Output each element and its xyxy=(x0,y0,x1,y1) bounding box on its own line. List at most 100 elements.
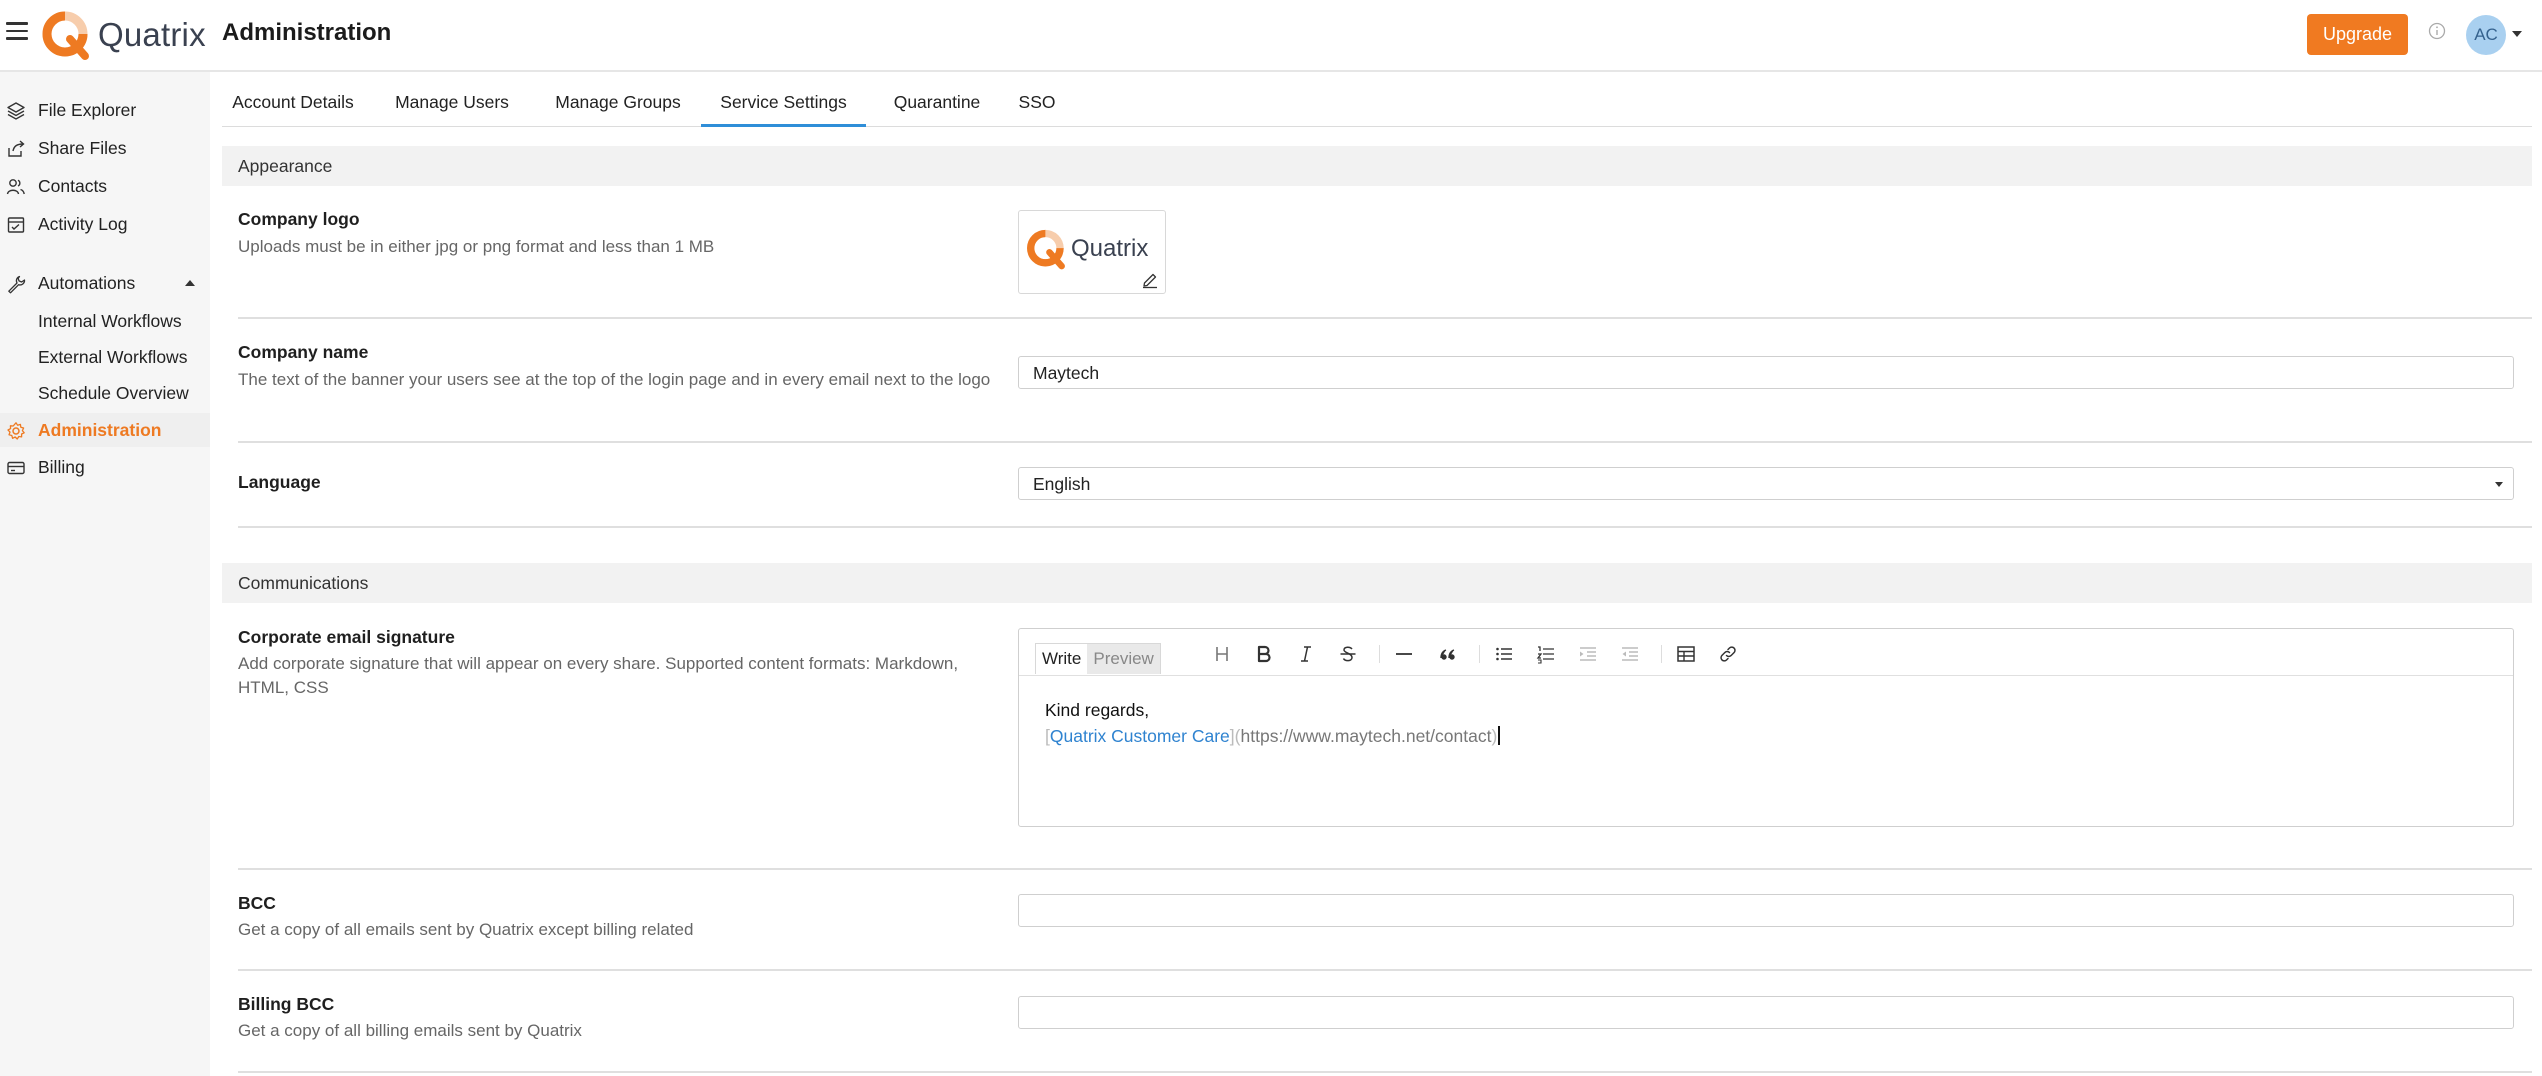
company-name-input[interactable]: Maytech xyxy=(1018,356,2514,389)
chevron-down-icon[interactable] xyxy=(2512,31,2522,37)
signature-link-text: Quatrix Customer Care xyxy=(1049,726,1230,746)
share-icon xyxy=(8,140,25,157)
editor-toolbar: Write Preview xyxy=(1019,629,2513,676)
tab-account-details[interactable]: Account Details xyxy=(222,84,364,124)
company-logo-upload[interactable]: Quatrix xyxy=(1018,210,1166,294)
avatar[interactable]: AC xyxy=(2466,15,2506,55)
company-name-description: The text of the banner your users see at… xyxy=(238,370,991,389)
tab-manage-groups[interactable]: Manage Groups xyxy=(540,84,696,124)
company-logo-label: Company logo xyxy=(238,209,360,229)
bcc-description: Get a copy of all emails sent by Quatrix… xyxy=(238,920,694,939)
preview-tab[interactable]: Preview xyxy=(1087,644,1160,674)
indent-icon[interactable] xyxy=(1577,643,1599,665)
sidebar-item-label: Contacts xyxy=(38,175,108,196)
divider xyxy=(238,868,2532,870)
page-title: Administration xyxy=(222,19,392,46)
divider xyxy=(238,441,2532,443)
toolbar-separator xyxy=(1479,645,1480,663)
gear-icon xyxy=(7,422,25,440)
table-icon[interactable] xyxy=(1675,643,1697,665)
sidebar-item-label: Share Files xyxy=(38,137,127,158)
log-icon xyxy=(7,217,25,233)
signature-editor-content[interactable]: Kind regards, [Quatrix Customer Care](ht… xyxy=(1045,697,1501,749)
chevron-down-icon xyxy=(2495,482,2503,487)
quote-icon[interactable] xyxy=(1437,643,1459,665)
info-icon[interactable] xyxy=(2428,22,2446,40)
hamburger-menu-icon[interactable] xyxy=(6,22,28,42)
strikethrough-icon[interactable] xyxy=(1337,643,1359,665)
signature-line-1: Kind regards, xyxy=(1045,700,1150,720)
chevron-up-icon[interactable] xyxy=(185,280,195,286)
billing-bcc-description: Get a copy of all billing emails sent by… xyxy=(238,1021,582,1040)
horizontal-rule-icon[interactable] xyxy=(1393,643,1415,665)
bullet-list-icon[interactable] xyxy=(1493,643,1515,665)
divider xyxy=(238,317,2532,319)
sidebar-item-label: File Explorer xyxy=(38,99,137,120)
sidebar-item-label: Activity Log xyxy=(38,213,128,234)
markdown-bracket: ) xyxy=(1491,726,1498,746)
card-icon xyxy=(7,461,25,475)
quatrix-logo-icon xyxy=(42,11,89,60)
outdent-icon[interactable] xyxy=(1619,643,1641,665)
text-cursor xyxy=(1498,726,1501,745)
sidebar-item-label: Automations xyxy=(38,272,136,293)
wrench-icon xyxy=(8,275,26,294)
tab-sso[interactable]: SSO xyxy=(1002,84,1072,124)
divider xyxy=(238,1071,2532,1073)
bcc-label: BCC xyxy=(238,893,276,913)
italic-icon[interactable] xyxy=(1295,643,1317,665)
sidebar-item-billing[interactable]: Billing xyxy=(0,450,210,484)
brand-name: Quatrix xyxy=(98,16,206,53)
toolbar-separator xyxy=(1379,645,1380,663)
sidebar-item-schedule-overview[interactable]: Schedule Overview xyxy=(0,376,210,410)
language-select[interactable]: English xyxy=(1018,467,2514,500)
top-bar: Quatrix Administration Upgrade AC xyxy=(0,0,2542,72)
billing-bcc-input[interactable] xyxy=(1018,996,2514,1029)
write-tab[interactable]: Write xyxy=(1036,644,1087,674)
divider xyxy=(238,526,2532,528)
communications-section-header: Communications xyxy=(222,563,2532,603)
tab-quarantine[interactable]: Quarantine xyxy=(878,84,996,124)
sidebar-item-file-explorer[interactable]: File Explorer xyxy=(0,93,210,127)
markdown-bracket: ]( xyxy=(1229,726,1241,746)
company-logo-description: Uploads must be in either jpg or png for… xyxy=(238,237,715,256)
numbered-list-icon[interactable] xyxy=(1535,643,1557,665)
sidebar-item-label: Billing xyxy=(38,456,85,477)
billing-bcc-label: Billing BCC xyxy=(238,994,335,1014)
language-label: Language xyxy=(238,472,321,492)
email-signature-description: Add corporate signature that will appear… xyxy=(238,654,959,697)
appearance-section-header: Appearance xyxy=(222,146,2532,186)
users-icon xyxy=(6,179,25,195)
sidebar: File Explorer Share Files Contacts Activ… xyxy=(0,72,210,1076)
edit-pencil-icon[interactable] xyxy=(1141,271,1159,289)
company-name-label: Company name xyxy=(238,342,369,362)
sidebar-item-label: Internal Workflows xyxy=(38,310,182,331)
company-logo-text: Quatrix xyxy=(1071,235,1149,262)
toolbar-separator xyxy=(1661,645,1662,663)
layers-icon xyxy=(7,102,25,120)
sidebar-item-activity-log[interactable]: Activity Log xyxy=(0,207,210,241)
sidebar-item-automations[interactable]: Automations xyxy=(0,266,210,300)
signature-line-2: [Quatrix Customer Care](https://www.mayt… xyxy=(1045,723,1501,749)
sidebar-item-label: Schedule Overview xyxy=(38,382,189,403)
sidebar-item-administration[interactable]: Administration xyxy=(0,413,210,447)
sidebar-item-contacts[interactable]: Contacts xyxy=(0,169,210,203)
brand-logo[interactable]: Quatrix xyxy=(40,6,206,64)
sidebar-item-label: External Workflows xyxy=(38,346,188,367)
email-signature-label: Corporate email signature xyxy=(238,627,455,647)
sidebar-item-internal-workflows[interactable]: Internal Workflows xyxy=(0,304,210,338)
upgrade-button[interactable]: Upgrade xyxy=(2307,14,2408,55)
editor-mode-tabs: Write Preview xyxy=(1035,643,1161,674)
language-selected-value: English xyxy=(1033,474,1091,494)
signature-editor[interactable]: Write Preview Kind regards, [Quatrix Cus… xyxy=(1018,628,2514,827)
tab-manage-users[interactable]: Manage Users xyxy=(378,84,526,124)
bcc-input[interactable] xyxy=(1018,894,2514,927)
bold-icon[interactable] xyxy=(1253,643,1275,665)
link-icon[interactable] xyxy=(1717,643,1739,665)
company-logo-preview: Quatrix xyxy=(1025,227,1148,271)
sidebar-item-share-files[interactable]: Share Files xyxy=(0,131,210,165)
divider xyxy=(238,969,2532,971)
heading-icon[interactable] xyxy=(1211,643,1233,665)
tab-service-settings[interactable]: Service Settings xyxy=(701,84,866,127)
sidebar-item-external-workflows[interactable]: External Workflows xyxy=(0,340,210,374)
